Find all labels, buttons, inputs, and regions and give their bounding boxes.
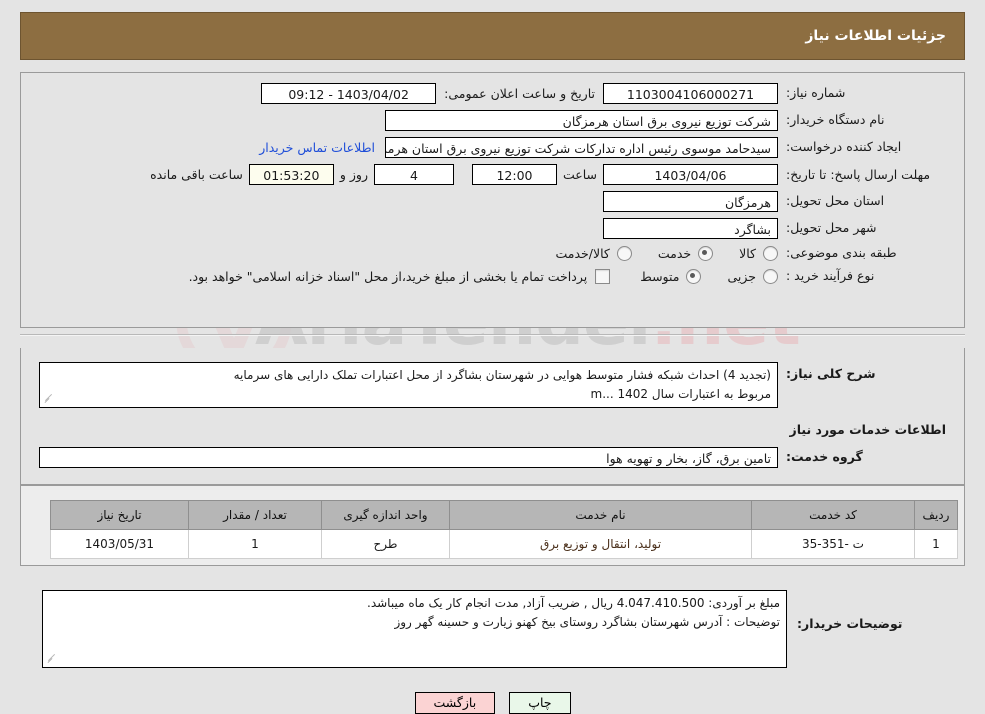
radio-icon[interactable] (698, 245, 714, 261)
description-line-2: مربوط به اعتبارات سال 1402 ...m (590, 386, 771, 401)
category-option-kala[interactable]: کالا (739, 245, 778, 261)
row-city: شهر محل تحویل: بشاگرد (39, 218, 946, 239)
cell-name: تولید، انتقال و توزیع برق (449, 529, 752, 559)
process-option-jozei[interactable]: جزیی (727, 268, 778, 284)
deadline-date-value: 1403/04/06 (603, 164, 778, 185)
services-table: ردیف کد خدمت نام خدمت واحد اندازه گیری ت… (50, 500, 958, 559)
services-section-title: اطلاعات خدمات مورد نیاز (789, 422, 947, 437)
page-header-bar: جزئیات اطلاعات نیاز (20, 12, 965, 60)
cell-unit: طرح (321, 529, 450, 559)
back-button[interactable]: بازگشت (414, 692, 496, 714)
buyer-notes-line-2: توضیحات : آدرس شهرستان بشاگرد روستای بیخ… (394, 614, 780, 629)
column-header-quantity: تعداد / مقدار (188, 500, 322, 530)
row-creator: ایجاد کننده درخواست: سیدحامد موسوی رئیس … (39, 137, 946, 158)
row-deadline: مهلت ارسال پاسخ: تا تاریخ: 1403/04/06 سا… (39, 164, 946, 185)
resize-grip-icon[interactable] (46, 653, 56, 665)
column-header-date: تاریخ نیاز (50, 500, 189, 530)
radio-icon[interactable] (686, 268, 702, 284)
remaining-days-value: 4 (373, 164, 454, 185)
print-button[interactable]: چاپ (509, 692, 571, 714)
description-textarea[interactable]: (تجدید 4) احداث شبکه فشار متوسط هوایی در… (39, 362, 778, 408)
buyer-org-label: نام دستگاه خریدار: (786, 112, 885, 128)
row-buyer-org: نام دستگاه خریدار: شرکت توزیع نیروی برق … (39, 110, 946, 131)
category-option-label: خدمت (657, 245, 692, 261)
row-category: طبقه بندی موضوعی: کالا خدمت کالا/خدمت (39, 245, 946, 262)
need-number-value: 1103004106000271 (603, 83, 778, 104)
treasury-checkbox-label: پرداخت تمام یا بخشی از مبلغ خرید،از محل … (188, 268, 588, 284)
province-value: هرمزگان (603, 191, 778, 212)
need-details-panel: شماره نیاز: 1103004106000271 تاریخ و ساع… (20, 72, 965, 328)
days-label: روز و (339, 167, 368, 182)
cell-date: 1403/05/31 (50, 529, 189, 559)
category-radio-group: کالا خدمت کالا/خدمت (529, 245, 778, 261)
row-buyer-notes: توضیحات خریدار: مبلغ بر آوردی: 4.047.410… (38, 590, 947, 668)
category-option-khedmat[interactable]: خدمت (657, 245, 714, 261)
buyer-notes-label: توضیحات خریدار: (797, 616, 903, 631)
description-line-1: (تجدید 4) احداث شبکه فشار متوسط هوایی در… (233, 368, 771, 382)
checkbox-icon[interactable] (595, 268, 611, 284)
cell-code: ت -351-35 (751, 529, 915, 559)
service-group-value: تامین برق، گاز، بخار و تهویه هوا (39, 447, 778, 468)
announcement-value: 1403/04/02 - 09:12 (261, 83, 437, 104)
deadline-label: مهلت ارسال پاسخ: تا تاریخ: (786, 166, 931, 182)
resize-grip-icon[interactable] (43, 393, 53, 405)
treasury-checkbox-row[interactable]: پرداخت تمام یا بخشی از مبلغ خرید،از محل … (188, 268, 611, 284)
radio-icon[interactable] (763, 268, 778, 284)
process-radio-group: جزیی متوسط (614, 268, 778, 284)
column-header-unit: واحد اندازه گیری (321, 500, 450, 530)
process-option-label: متوسط (640, 268, 680, 284)
process-label: نوع فرآیند خرید : (786, 267, 875, 283)
buyer-notes-line-1: مبلغ بر آوردی: 4.047.410.500 ریال , ضریب… (367, 596, 780, 610)
table-row[interactable]: 1 ت -351-35 تولید، انتقال و توزیع برق طر… (50, 529, 958, 559)
city-value: بشاگرد (603, 218, 778, 239)
column-header-index: ردیف (914, 500, 958, 530)
creator-value: سیدحامد موسوی رئیس اداره تدارکات شرکت تو… (385, 137, 778, 158)
process-option-motevaset[interactable]: متوسط (640, 268, 702, 284)
category-option-label: کالا (739, 245, 756, 261)
buyer-contact-link[interactable]: اطلاعات تماس خریدار (259, 140, 385, 155)
creator-label: ایجاد کننده درخواست: (786, 139, 902, 155)
province-label: استان محل تحویل: (786, 193, 885, 209)
announcement-label: تاریخ و ساعت اعلان عمومی: (444, 86, 595, 101)
category-option-kala-khedmat[interactable]: کالا/خدمت (555, 245, 632, 261)
buyer-notes-panel: توضیحات خریدار: مبلغ بر آوردی: 4.047.410… (20, 578, 965, 678)
deadline-time-value: 12:00 (471, 164, 557, 185)
table-header-row: ردیف کد خدمت نام خدمت واحد اندازه گیری ت… (50, 500, 958, 530)
process-option-label: جزیی (727, 268, 756, 284)
row-process-type: نوع فرآیند خرید : جزیی متوسط پرداخت تمام… (39, 268, 946, 285)
row-description: شرح کلی نیاز: (تجدید 4) احداث شبکه فشار … (39, 362, 946, 408)
cell-index: 1 (914, 529, 958, 559)
radio-icon[interactable] (763, 245, 778, 261)
category-label: طبقه بندی موضوعی: (786, 245, 897, 260)
countdown-timer-value: 01:53:20 (248, 164, 334, 185)
remaining-hours-label: ساعت باقی مانده (150, 167, 243, 182)
cell-quantity: 1 (188, 529, 322, 559)
need-number-label: شماره نیاز: (786, 85, 846, 101)
hour-label: ساعت (562, 167, 597, 182)
page-title: جزئیات اطلاعات نیاز (805, 28, 946, 44)
buyer-notes-textarea[interactable]: مبلغ بر آوردی: 4.047.410.500 ریال , ضریب… (42, 590, 787, 668)
service-group-label: گروه خدمت: (786, 449, 863, 465)
row-province: استان محل تحویل: هرمزگان (39, 191, 946, 212)
city-label: شهر محل تحویل: (786, 220, 877, 236)
category-option-label: کالا/خدمت (555, 245, 610, 261)
buyer-org-value: شرکت توزیع نیروی برق استان هرمزگان (385, 110, 778, 131)
services-panel: شرح کلی نیاز: (تجدید 4) احداث شبکه فشار … (20, 348, 965, 485)
row-service-group: گروه خدمت: تامین برق، گاز، بخار و تهویه … (39, 447, 946, 468)
radio-icon[interactable] (616, 245, 632, 261)
column-header-name: نام خدمت (449, 500, 752, 530)
services-table-container: ردیف کد خدمت نام خدمت واحد اندازه گیری ت… (20, 485, 965, 566)
row-need-number: شماره نیاز: 1103004106000271 تاریخ و ساع… (39, 83, 946, 104)
column-header-code: کد خدمت (751, 500, 915, 530)
section-divider (20, 334, 965, 336)
footer-button-bar: چاپ بازگشت (0, 692, 985, 714)
description-label: شرح کلی نیاز: (786, 366, 876, 381)
